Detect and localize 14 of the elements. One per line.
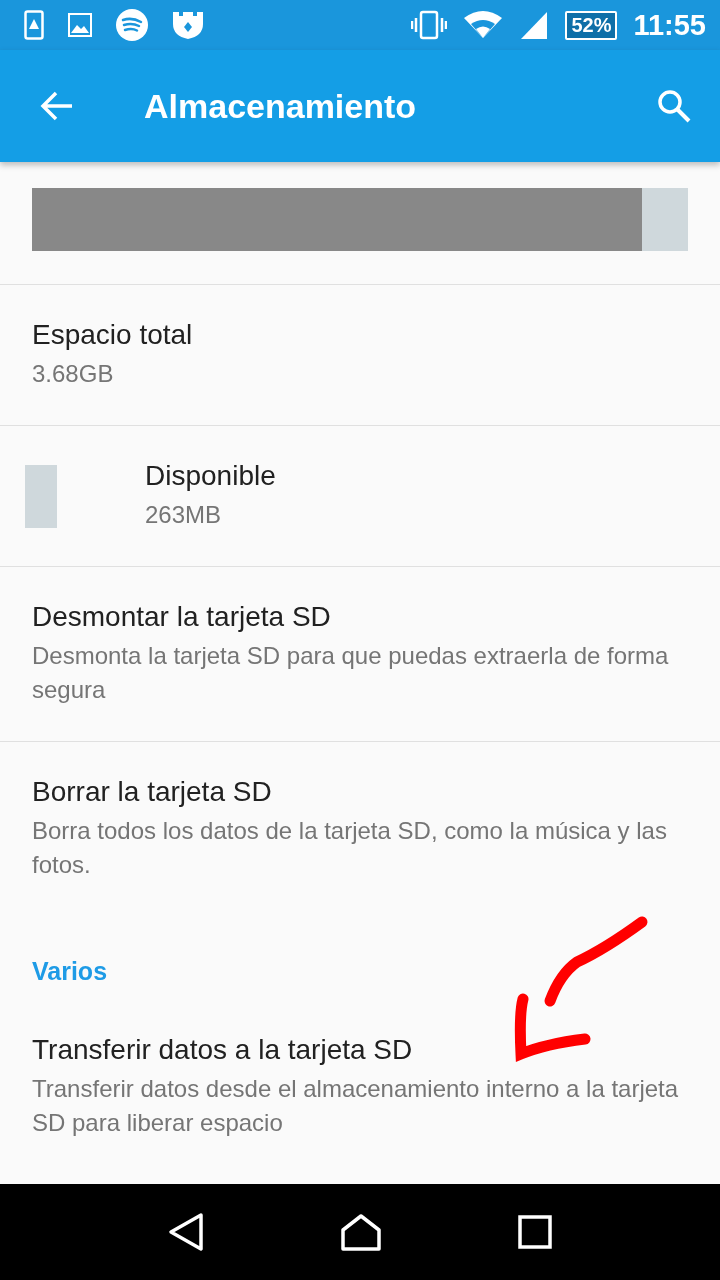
item-summary: Borra todos los datos de la tarjeta SD, como la música y las fotos. xyxy=(32,816,668,880)
item-summary: Transferir datos desde el almacenamiento interno a la tarjeta SD para liberar espacio xyxy=(32,1074,680,1138)
item-title[interactable]: Transferir datos a la tarjeta SD xyxy=(32,1034,688,1066)
section-header: Varios xyxy=(32,957,108,986)
clock: 11:55 xyxy=(633,8,706,42)
item-title[interactable]: Espacio total xyxy=(32,319,688,351)
item-title[interactable]: Borrar la tarjeta SD xyxy=(32,776,688,808)
item-title: Disponible xyxy=(145,460,276,492)
item-summary: Desmonta la tarjeta SD para que puedas extraerla de forma segura xyxy=(32,641,670,705)
battery-indicator: 52% xyxy=(565,10,618,40)
item-title[interactable]: Desmontar la tarjeta SD xyxy=(32,601,688,633)
item-value: 263MB xyxy=(145,500,223,530)
item-summary: 3.68GB xyxy=(32,359,115,389)
screen-title: Almacenamiento xyxy=(144,86,418,126)
